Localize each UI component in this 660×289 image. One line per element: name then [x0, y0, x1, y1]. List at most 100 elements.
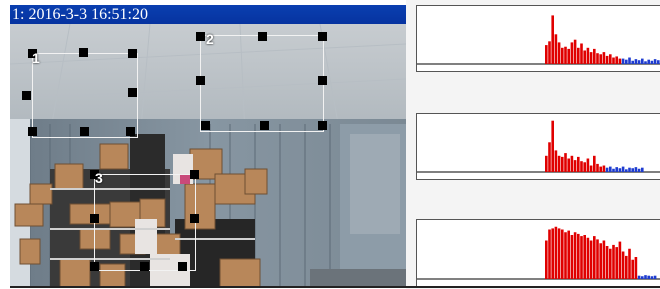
- histogram-bar: [567, 230, 570, 279]
- zone-3-handle[interactable]: [90, 214, 99, 223]
- histogram-bar: [557, 42, 561, 64]
- histogram-tail-bar: [625, 169, 628, 172]
- histogram-bar: [551, 15, 554, 64]
- histogram-bar: [593, 155, 596, 172]
- zone-2-handle[interactable]: [318, 121, 327, 130]
- detection-zone-3[interactable]: [94, 174, 196, 271]
- histogram-bar: [554, 226, 558, 279]
- histogram-tail-bar: [641, 58, 644, 64]
- histogram-bar: [551, 120, 554, 172]
- histogram-bar: [570, 155, 574, 172]
- histogram-bar: [580, 43, 583, 64]
- histogram-bar: [586, 237, 590, 279]
- histogram-bar: [564, 46, 567, 64]
- detection-zone-1[interactable]: [32, 53, 138, 138]
- histogram-bar: [564, 232, 567, 279]
- histogram-bar: [612, 57, 615, 64]
- histogram-tail-bar: [631, 168, 634, 172]
- histogram-bar: [605, 55, 609, 64]
- histogram-bar: [609, 248, 612, 279]
- histogram-bar: [577, 156, 580, 172]
- histogram-bar: [583, 162, 586, 172]
- histogram-bar: [583, 235, 586, 279]
- histogram-tail-bar: [644, 61, 647, 64]
- histogram-bar: [589, 240, 593, 279]
- zone-1-handle[interactable]: [22, 91, 31, 100]
- zone-3-handle[interactable]: [190, 170, 199, 179]
- histogram-bar: [573, 232, 577, 279]
- histogram-bar: [580, 236, 583, 279]
- histogram-bar: [602, 52, 606, 64]
- detection-zone-2[interactable]: [200, 35, 324, 132]
- histogram-tail-bar: [625, 59, 628, 64]
- histogram-bar: [628, 248, 631, 279]
- histogram-bar: [561, 156, 564, 172]
- histogram-bar: [548, 229, 551, 279]
- zone-3-handle[interactable]: [178, 262, 187, 271]
- zone-3-handle[interactable]: [140, 262, 149, 271]
- histogram-bar: [545, 240, 548, 279]
- histogram-bar: [625, 255, 628, 279]
- histogram-bar: [567, 48, 570, 64]
- histogram-bar: [573, 160, 577, 172]
- histogram-bar: [570, 42, 574, 64]
- zone-2-handle[interactable]: [260, 121, 269, 130]
- zone-1-handle[interactable]: [79, 48, 88, 57]
- histogram-bar: [561, 229, 564, 279]
- histogram-tail-bar: [641, 167, 644, 172]
- histogram-panel: [406, 0, 660, 289]
- histogram-3-plot: [417, 226, 660, 280]
- histogram-bar: [593, 48, 596, 64]
- histogram-1-plot: [417, 15, 660, 65]
- histogram-tail-bar: [647, 59, 650, 64]
- histogram-bar: [551, 228, 554, 279]
- histogram-bar: [567, 158, 570, 172]
- zone-1-label: 1: [32, 50, 40, 66]
- zone-2-label: 2: [206, 31, 214, 47]
- zone-1-handle[interactable]: [80, 127, 89, 136]
- histogram-1: [416, 5, 660, 72]
- zone-2-handle[interactable]: [196, 32, 205, 41]
- histogram-bar: [548, 142, 551, 172]
- zone-2-handle[interactable]: [318, 76, 327, 85]
- histogram-tail-bar: [609, 166, 612, 172]
- histogram-tail-bar: [637, 275, 641, 279]
- zone-2-handle[interactable]: [201, 121, 210, 130]
- zone-3-handle[interactable]: [90, 262, 99, 271]
- zone-1-handle[interactable]: [28, 127, 37, 136]
- histogram-bar: [589, 52, 593, 64]
- histogram-bar: [621, 251, 625, 279]
- histogram-bar: [554, 150, 558, 172]
- histogram-tail-bar: [647, 275, 650, 279]
- zone-1-handle[interactable]: [128, 49, 137, 58]
- histogram-tail-bar: [634, 167, 638, 172]
- histogram-bar: [561, 47, 564, 64]
- histogram-bar: [580, 161, 583, 172]
- camera-view[interactable]: 1: 2016-3-3 16:51:20 1 2 3: [10, 5, 406, 287]
- histogram-tail-bar: [628, 57, 631, 64]
- histogram-tail-bar: [650, 276, 654, 279]
- zone-3-handle[interactable]: [190, 214, 199, 223]
- histogram-tail-bar: [634, 59, 638, 64]
- histogram-bar: [583, 50, 586, 64]
- histogram-tail-bar: [653, 59, 657, 64]
- camera-title-bar: 1: 2016-3-3 16:51:20: [10, 5, 406, 24]
- histogram-tail-bar: [641, 276, 644, 279]
- histogram-bar: [615, 56, 618, 64]
- histogram-tail-bar: [621, 166, 625, 172]
- histogram-tail-bar: [618, 168, 622, 172]
- histogram-tail-bar: [637, 60, 641, 64]
- histogram-bar: [564, 153, 567, 172]
- zone-2-handle[interactable]: [196, 76, 205, 85]
- histogram-bar: [599, 243, 602, 279]
- zone-1-handle[interactable]: [128, 88, 137, 97]
- histogram-tail-bar: [631, 60, 634, 64]
- histogram-bar: [634, 257, 638, 279]
- histogram-bar: [602, 240, 606, 279]
- histogram-bar: [570, 235, 574, 279]
- zone-2-handle[interactable]: [318, 32, 327, 41]
- zone-2-handle[interactable]: [258, 32, 267, 41]
- zone-1-handle[interactable]: [126, 127, 135, 136]
- histogram-bar: [548, 41, 551, 64]
- histogram-tail-bar: [644, 275, 647, 279]
